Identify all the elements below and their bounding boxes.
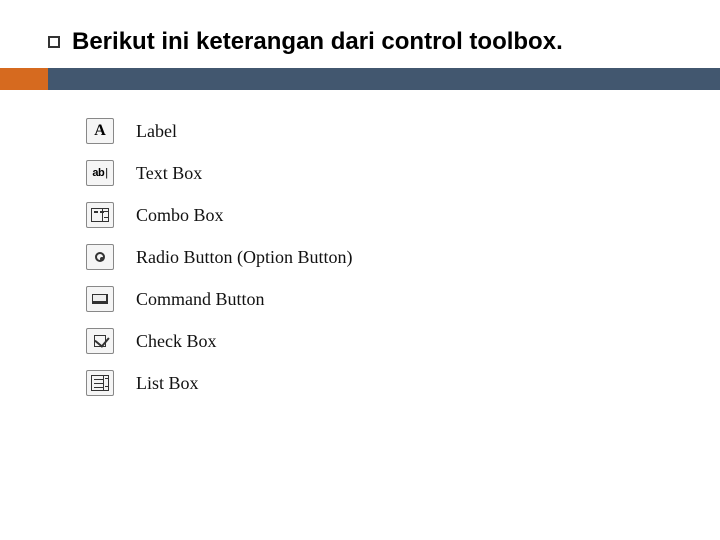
- glyph-ab-cursor: ab: [92, 167, 107, 179]
- control-list: A Label ab Text Box Combo Box Radio Butt…: [86, 118, 680, 396]
- list-item: Check Box: [86, 328, 680, 354]
- list-item: A Label: [86, 118, 680, 144]
- glyph-lines-scroll: [91, 375, 109, 391]
- heading-text: Berikut ini keterangan dari control tool…: [72, 28, 563, 56]
- list-item: ab Text Box: [86, 160, 680, 186]
- accent-navy: [48, 68, 720, 90]
- list-item: Radio Button (Option Button): [86, 244, 680, 270]
- slide: Berikut ini keterangan dari control tool…: [0, 0, 720, 540]
- glyph-checkmark-box: [94, 335, 106, 347]
- item-label: Text Box: [136, 163, 202, 184]
- item-label: Radio Button (Option Button): [136, 247, 353, 268]
- command-icon: [86, 286, 114, 312]
- list-item: Combo Box: [86, 202, 680, 228]
- listbox-icon: [86, 370, 114, 396]
- combobox-icon: [86, 202, 114, 228]
- item-label: Command Button: [136, 289, 265, 310]
- radio-icon: [86, 244, 114, 270]
- checkbox-icon: [86, 328, 114, 354]
- label-icon: A: [86, 118, 114, 144]
- item-label: Label: [136, 121, 177, 142]
- list-item: Command Button: [86, 286, 680, 312]
- item-label: Check Box: [136, 331, 217, 352]
- item-label: List Box: [136, 373, 199, 394]
- glyph-button-3d: [92, 294, 108, 304]
- accent-bar: [0, 68, 720, 90]
- list-item: List Box: [86, 370, 680, 396]
- glyph-radio-dot: [95, 252, 105, 262]
- slide-heading: Berikut ini keterangan dari control tool…: [48, 28, 680, 56]
- item-label: Combo Box: [136, 205, 224, 226]
- glyph-letter-a: A: [94, 122, 106, 140]
- textbox-icon: ab: [86, 160, 114, 186]
- glyph-combobox: [91, 208, 109, 222]
- accent-orange: [0, 68, 48, 90]
- bullet-square-icon: [48, 36, 60, 48]
